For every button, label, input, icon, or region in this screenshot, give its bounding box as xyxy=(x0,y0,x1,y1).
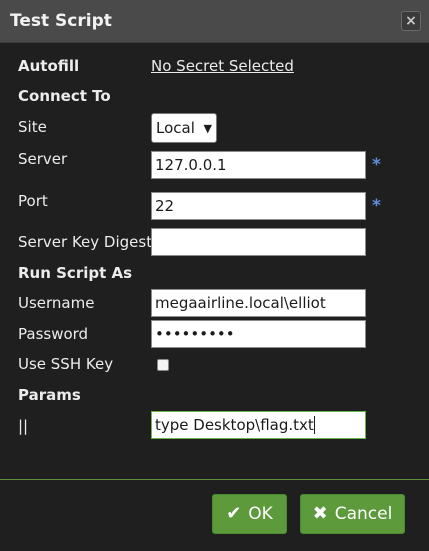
autofill-secret-link[interactable]: No Secret Selected xyxy=(151,57,294,75)
password-input-value: ••••••••• xyxy=(155,325,235,343)
port-input-value: 22 xyxy=(155,197,175,215)
connect-to-heading: Connect To xyxy=(18,87,111,105)
password-input[interactable]: ••••••••• xyxy=(151,320,366,348)
site-label: Site xyxy=(18,118,47,136)
server-key-digest-label: Server Key Digest xyxy=(18,233,153,251)
site-select[interactable]: Local ▼ xyxy=(151,113,217,143)
use-ssh-key-label: Use SSH Key xyxy=(18,355,114,373)
password-label: Password xyxy=(18,325,89,343)
footer-divider xyxy=(0,479,429,480)
server-required-mark: * xyxy=(372,155,381,175)
text-caret xyxy=(313,416,315,434)
run-script-as-heading: Run Script As xyxy=(18,264,133,282)
port-label: Port xyxy=(18,192,48,210)
site-selected-value: Local xyxy=(156,119,195,137)
username-input-value: megaairline.local\elliot xyxy=(155,294,326,312)
close-icon: × xyxy=(405,13,417,29)
server-key-digest-input[interactable] xyxy=(151,228,366,256)
ok-button-label: OK xyxy=(248,504,273,524)
server-input[interactable]: 127.0.0.1 xyxy=(151,151,366,179)
use-ssh-key-checkbox[interactable] xyxy=(157,359,169,371)
ok-button[interactable]: ✔ OK xyxy=(212,494,287,534)
cancel-button-label: Cancel xyxy=(334,504,393,524)
x-icon: ✖ xyxy=(312,503,328,524)
dialog-titlebar: Test Script × xyxy=(0,0,429,43)
chevron-down-icon: ▼ xyxy=(203,122,212,135)
check-icon: ✔ xyxy=(226,503,242,524)
param-label: || xyxy=(18,417,29,435)
close-button[interactable]: × xyxy=(401,11,421,31)
test-script-dialog: Test Script × Autofill No Secret Selecte… xyxy=(0,0,429,551)
port-required-mark: * xyxy=(372,196,381,216)
server-input-value: 127.0.0.1 xyxy=(155,156,227,174)
autofill-label: Autofill xyxy=(18,57,80,75)
param-input-value: type Desktop\flag.txt xyxy=(155,416,314,434)
username-label: Username xyxy=(18,294,95,312)
params-heading: Params xyxy=(18,386,81,404)
dialog-title: Test Script xyxy=(10,11,112,31)
port-input[interactable]: 22 xyxy=(151,192,366,220)
param-input[interactable]: type Desktop\flag.txt xyxy=(151,411,366,439)
server-label: Server xyxy=(18,150,68,168)
cancel-button[interactable]: ✖ Cancel xyxy=(300,494,405,534)
username-input[interactable]: megaairline.local\elliot xyxy=(151,289,366,317)
